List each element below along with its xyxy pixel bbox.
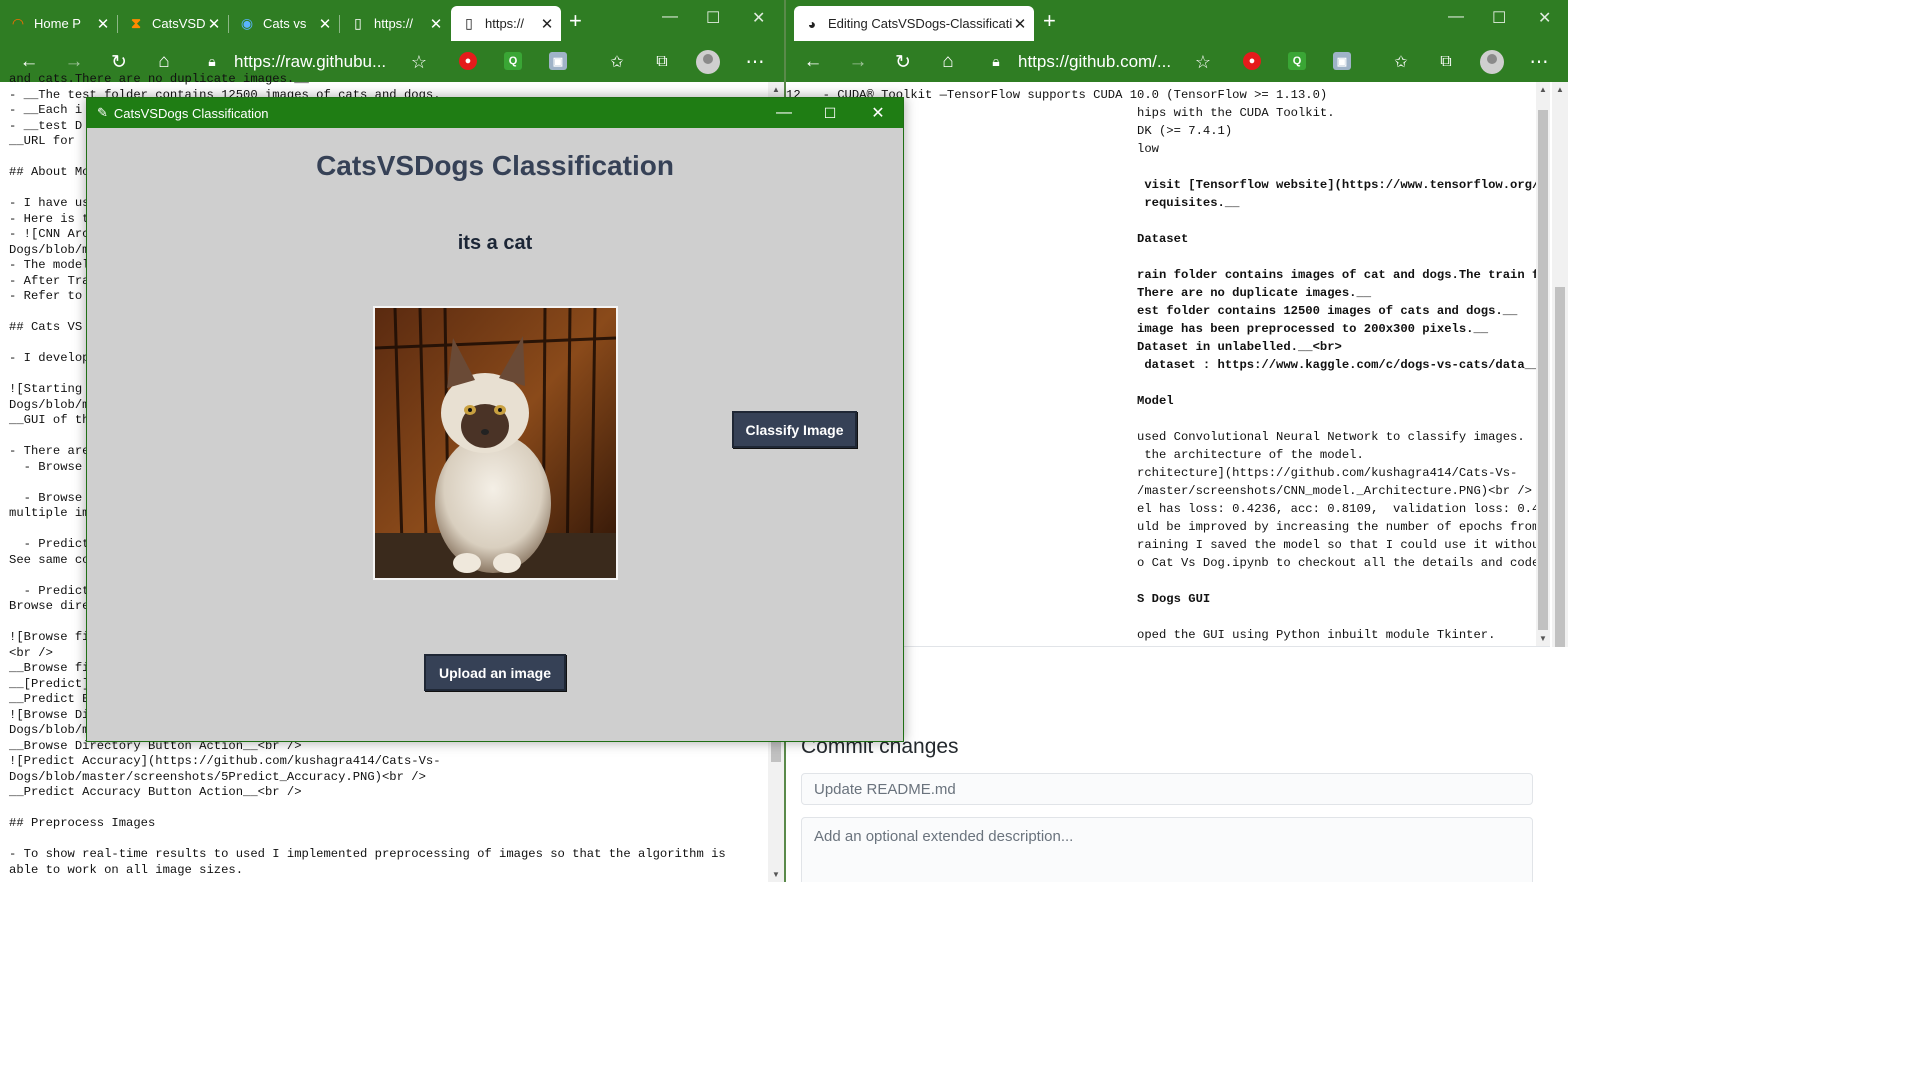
- extension-q-icon[interactable]: Q: [1288, 52, 1306, 70]
- editor-scrollbar[interactable]: ▲ ▼: [1536, 82, 1550, 646]
- readme-line: and cats.There are no duplicate images._…: [9, 72, 309, 86]
- kaggle-icon: ⧗: [131, 15, 141, 31]
- readme-line: - To show real-time results to used I im…: [9, 847, 726, 861]
- cat-photo: [375, 308, 616, 578]
- page-icon: ▯: [465, 15, 473, 31]
- readme-line: able to work on all image sizes.: [9, 862, 244, 877]
- page-icon: ▯: [354, 15, 362, 31]
- upload-image-button[interactable]: Upload an image: [424, 654, 566, 691]
- tab-label: CatsVSD: [152, 16, 206, 31]
- tab-label: Cats vs: [263, 16, 307, 31]
- maximize-button[interactable]: ☐: [1492, 8, 1506, 28]
- favorites-list-icon[interactable]: ✩: [1390, 51, 1412, 73]
- uploaded-cat-image: [373, 306, 618, 580]
- github-icon: ◕: [807, 15, 817, 32]
- app-maximize-button[interactable]: ☐: [807, 98, 853, 128]
- address-text: https://raw.githubu...: [234, 51, 387, 71]
- readme-line: [9, 832, 726, 848]
- close-icon[interactable]: ✕: [428, 15, 444, 33]
- refresh-icon[interactable]: ↻: [892, 51, 914, 73]
- back-icon[interactable]: ←: [802, 51, 824, 73]
- close-window-button[interactable]: ✕: [1538, 8, 1551, 28]
- tab-https-active[interactable]: ▯ https:// ✕: [451, 6, 561, 41]
- collections-icon[interactable]: ⧉: [651, 51, 673, 73]
- extension-puzzle-icon[interactable]: ▣: [1333, 52, 1351, 70]
- app-close-button[interactable]: ✕: [855, 98, 901, 128]
- extension-red-icon[interactable]: ●: [459, 52, 477, 70]
- extension-red-icon[interactable]: ●: [1243, 52, 1261, 70]
- app-heading: CatsVSDogs Classification: [316, 150, 674, 181]
- collections-icon[interactable]: ⧉: [1435, 51, 1457, 73]
- close-icon[interactable]: ✕: [539, 15, 555, 33]
- favorite-star-icon[interactable]: ☆: [408, 51, 430, 73]
- tab-cats-vs[interactable]: ◉ Cats vs ✕: [229, 6, 340, 41]
- lock-icon: 🔒︎: [208, 53, 216, 69]
- close-icon[interactable]: ✕: [206, 15, 222, 33]
- app-minimize-button[interactable]: —: [761, 98, 807, 128]
- minimize-button[interactable]: —: [1448, 8, 1464, 26]
- tab-https-1[interactable]: ▯ https:// ✕: [340, 6, 450, 41]
- forward-icon[interactable]: →: [847, 51, 869, 73]
- readme-line: Dogs/blob/master/screenshots/5Predict_Ac…: [9, 769, 426, 784]
- profile-avatar[interactable]: [696, 50, 720, 74]
- tab-catsvsd[interactable]: ⧗ CatsVSD ✕: [118, 6, 229, 41]
- address-bar[interactable]: 🔒︎ https://github.com/...: [978, 47, 1223, 76]
- favorites-list-icon[interactable]: ✩: [606, 51, 628, 73]
- close-icon[interactable]: ✕: [95, 15, 111, 33]
- close-icon[interactable]: ✕: [317, 15, 333, 33]
- readme-line: __Predict Accuracy Button Action__<br />: [9, 785, 302, 799]
- app-titlebar[interactable]: ✎ CatsVSDogs Classification — ☐ ✕: [87, 98, 903, 128]
- edge-icon: ◉: [240, 15, 254, 31]
- classify-image-button[interactable]: Classify Image: [732, 411, 857, 448]
- right-tab-bar: ◕ Editing CatsVSDogs-Classificatio ✕ + —…: [786, 0, 1568, 41]
- commit-description-textarea[interactable]: Add an optional extended description...: [801, 817, 1533, 882]
- close-icon[interactable]: ✕: [1012, 15, 1028, 33]
- forward-icon[interactable]: →: [63, 51, 85, 73]
- tab-label: Editing CatsVSDogs-Classificatio: [828, 16, 1012, 31]
- close-window-button[interactable]: ✕: [752, 8, 765, 28]
- right-toolbar: ← → ↻ ⌂ 🔒︎ https://github.com/... ☆ ● Q …: [786, 41, 1568, 82]
- refresh-icon[interactable]: ↻: [108, 51, 130, 73]
- tk-feather-icon: ✎: [97, 105, 108, 120]
- address-text: https://github.com/...: [1018, 51, 1172, 71]
- back-icon[interactable]: ←: [18, 51, 40, 73]
- more-menu-icon[interactable]: ⋯: [1528, 51, 1550, 73]
- readme-line: [9, 801, 726, 817]
- tab-label: https://: [485, 16, 525, 31]
- edge-home-icon: ◠: [11, 15, 25, 31]
- minimize-button[interactable]: —: [662, 8, 678, 26]
- lock-icon: 🔒︎: [992, 53, 1000, 69]
- classification-result: its a cat: [457, 232, 533, 254]
- commit-message-input[interactable]: Update README.md: [801, 773, 1533, 805]
- tab-home[interactable]: ◠ Home P ✕: [0, 6, 118, 41]
- readme-line: ## Preprocess Images: [9, 816, 156, 830]
- readme-line: ![Predict Accuracy](https://github.com/k…: [9, 754, 441, 768]
- extension-puzzle-icon[interactable]: ▣: [549, 52, 567, 70]
- home-icon[interactable]: ⌂: [937, 51, 959, 73]
- new-tab-button[interactable]: +: [1043, 10, 1056, 32]
- profile-avatar[interactable]: [1480, 50, 1504, 74]
- app-window-title: CatsVSDogs Classification: [113, 105, 269, 121]
- left-tab-bar: ◠ Home P ✕ ⧗ CatsVSD ✕ ◉ Cats vs ✕ ▯ htt…: [0, 0, 784, 41]
- home-icon[interactable]: ⌂: [153, 51, 175, 73]
- favorite-star-icon[interactable]: ☆: [1192, 51, 1214, 73]
- tab-label: https://: [374, 16, 414, 31]
- more-menu-icon[interactable]: ⋯: [744, 51, 766, 73]
- tab-label: Home P: [34, 16, 81, 31]
- maximize-button[interactable]: ☐: [706, 8, 720, 28]
- new-tab-button[interactable]: +: [569, 10, 582, 32]
- tab-editing-readme[interactable]: ◕ Editing CatsVSDogs-Classificatio ✕: [794, 6, 1034, 41]
- extension-q-icon[interactable]: Q: [504, 52, 522, 70]
- catsvsdogs-app-window: ✎ CatsVSDogs Classification — ☐ ✕ CatsVS…: [86, 97, 904, 742]
